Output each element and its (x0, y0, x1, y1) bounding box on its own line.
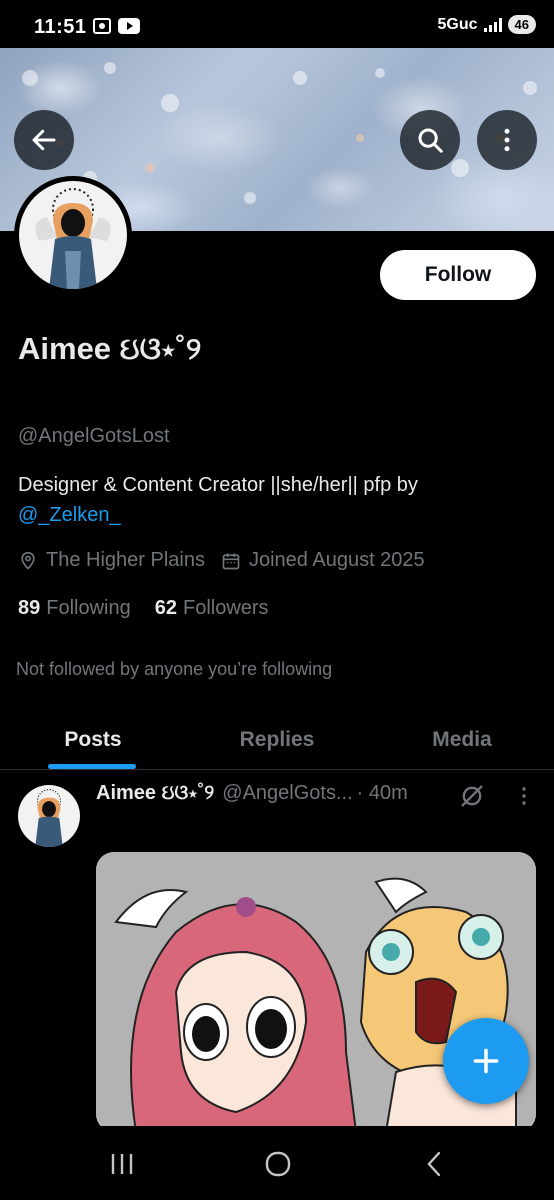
recent-apps-button[interactable] (92, 1146, 152, 1182)
post-more-button[interactable] (512, 782, 536, 815)
grok-icon (461, 785, 483, 807)
home-circle-icon (265, 1151, 291, 1177)
joined-item: Joined August 2025 (221, 549, 425, 572)
profile-meta: The Higher Plains Joined August 2025 (18, 549, 441, 572)
recent-apps-icon (111, 1154, 133, 1174)
screenshot-icon (93, 18, 111, 34)
tab-replies[interactable]: Replies (220, 710, 334, 770)
status-time: 11:51 (34, 16, 87, 38)
post-author-handle: @AngelGots... (222, 782, 353, 804)
plus-icon (473, 1048, 499, 1074)
tab-media[interactable]: Media (410, 710, 514, 770)
post-header: Aimee ઇଓ⋆˚୨ @AngelGots... · 40m (96, 782, 408, 805)
system-nav-bar (0, 1126, 554, 1200)
avatar-image (19, 181, 127, 289)
tab-posts[interactable]: Posts (40, 710, 146, 770)
back-button[interactable] (14, 110, 74, 170)
grok-button[interactable] (458, 782, 486, 815)
system-back-button[interactable] (404, 1146, 464, 1182)
profile-avatar[interactable] (14, 176, 132, 294)
joined-text: Joined August 2025 (248, 549, 425, 571)
calendar-icon (222, 553, 240, 569)
signal-icon (483, 17, 502, 32)
followers-label: Followers (182, 597, 269, 619)
arrow-left-icon (32, 129, 56, 151)
search-button[interactable] (400, 110, 460, 170)
more-vertical-icon (504, 128, 510, 152)
compose-post-button[interactable] (443, 1018, 529, 1104)
active-tab-indicator (48, 764, 136, 769)
status-right: 5Guc 46 (438, 15, 536, 34)
chevron-left-icon (427, 1151, 441, 1177)
location-pin-icon (21, 551, 35, 570)
home-button[interactable] (248, 1146, 308, 1182)
following-label: Following (46, 597, 131, 619)
location-item: The Higher Plains (18, 549, 205, 572)
follow-button[interactable]: Follow (380, 250, 536, 300)
bio-mention-link[interactable]: @_Zelken_ (18, 500, 538, 530)
youtube-icon (118, 18, 140, 34)
followers-count: 62 (154, 597, 177, 619)
followers-link[interactable]: 62 Followers (155, 597, 269, 620)
network-indicator: 5Guc (437, 15, 478, 33)
profile-tabs: Posts Replies Media (0, 710, 554, 770)
location-text: The Higher Plains (46, 549, 205, 571)
post-author-name[interactable]: Aimee ઇଓ⋆˚୨ (96, 782, 214, 805)
post-avatar[interactable] (18, 785, 80, 847)
following-count: 89 (18, 597, 41, 619)
profile-handle: @AngelGotsLost (18, 425, 170, 447)
profile-display-name: Aimee ઇଓ⋆˚୨ (18, 331, 202, 366)
bio-text: Designer & Content Creator ||she/her|| p… (18, 474, 418, 496)
status-bar: 11:51 5Guc 46 (0, 0, 554, 48)
battery-indicator: 46 (507, 15, 536, 34)
status-notification-icons (92, 17, 140, 35)
profile-bio: Designer & Content Creator ||she/her|| p… (18, 470, 538, 530)
post-timestamp: · 40m (356, 782, 408, 804)
not-followed-notice: Not followed by anyone you’re following (16, 659, 333, 679)
search-icon (418, 128, 443, 153)
more-options-button[interactable] (477, 110, 537, 170)
more-vertical-icon (522, 787, 526, 805)
following-link[interactable]: 89 Following (18, 597, 131, 620)
follow-counts: 89 Following 62 Followers (18, 597, 269, 620)
